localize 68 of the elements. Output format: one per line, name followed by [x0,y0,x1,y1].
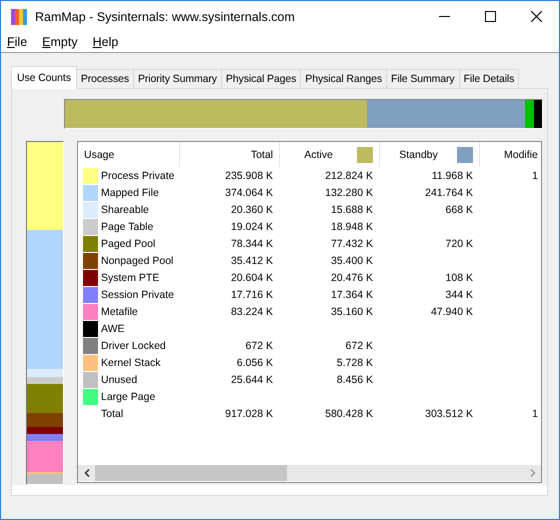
table-cell: 132.280 K [325,186,373,198]
table-cell: Page Table [101,220,154,232]
table-cell: Paged Pool [101,238,156,250]
table-cell: 917.028 K [225,408,273,420]
table-cell: Total [101,408,124,420]
table-cell: 20.604 K [230,272,273,284]
table-cell: Mapped File [101,186,159,198]
table-cell: 78.344 K [230,238,273,250]
minimize-icon[interactable] [438,16,450,17]
menu-item[interactable]: Help [88,34,122,50]
table-cell: 108 K [446,272,473,284]
table-cell: Driver Locked [101,340,166,352]
table-cell: 77.432 K [330,238,373,250]
table-cell: 8.456 K [336,374,373,386]
table-cell: 303.512 K [425,408,473,420]
menu-item[interactable]: Empty [38,34,82,50]
table-cell: 20.476 K [330,272,373,284]
table-cell: Kernel Stack [101,356,161,368]
table-cell: Session Private [101,288,174,300]
table-cell: 17.716 K [230,288,273,300]
tab[interactable]: File Details [458,69,520,88]
column-header[interactable]: Usage [78,142,180,167]
table-cell: 17.364 K [330,288,373,300]
table-cell: 1 [532,170,538,182]
app-icon [11,8,27,24]
table-cell: 212.824 K [325,170,373,182]
table-cell: AWE [101,322,125,334]
table-cell: 720 K [446,238,473,250]
column-header[interactable]: Modifie [480,142,541,167]
table-cell: 47.940 K [430,306,473,318]
window-title: RamMap - Sysinternals: www.sysinternals.com [35,10,296,24]
table-cell: Metafile [101,306,138,318]
column-header[interactable]: Total [180,142,280,167]
maximize-icon[interactable] [484,11,496,22]
table-cell: Large Page [101,390,156,402]
horizontal-scrollbar[interactable] [78,465,541,481]
column-header[interactable]: Active [280,148,357,160]
table-cell: 35.412 K [230,254,273,266]
table-cell: Shareable [101,204,149,216]
table-cell: Unused [101,374,138,386]
table-cell: 83.224 K [230,306,273,318]
close-icon[interactable] [530,11,542,22]
table-cell: Nonpaged Pool [101,254,174,266]
table-cell: 11.968 K [432,170,473,182]
table-cell: 18.948 K [330,220,373,232]
menu-item[interactable]: File [3,34,32,50]
column-header[interactable]: Standby [380,148,457,160]
table-cell: 20.360 K [230,204,273,216]
table-cell: 672 K [246,340,273,352]
table-cell: 374.064 K [225,186,273,198]
table-cell: 235.908 K [225,170,273,182]
table-cell: 668 K [446,204,473,216]
table-cell: Process Private [101,170,175,182]
scroll-thumb[interactable] [95,465,287,481]
table-cell: 35.160 K [330,306,373,318]
table-cell: 15.688 K [330,204,373,216]
table-cell: System PTE [101,272,160,284]
table-cell: 672 K [346,340,373,352]
table-cell: 241.764 K [425,186,473,198]
tab[interactable]: Use Counts [11,66,77,89]
table-cell: 25.644 K [230,374,273,386]
table-cell: 19.024 K [230,220,273,232]
table-cell: 344 K [446,288,473,300]
table-cell: 35.400 K [330,254,373,266]
table-cell: 6.056 K [236,356,273,368]
table-cell: 1 [532,408,538,420]
table-cell: 5.728 K [336,356,373,368]
table-cell: 580.428 K [325,408,373,420]
